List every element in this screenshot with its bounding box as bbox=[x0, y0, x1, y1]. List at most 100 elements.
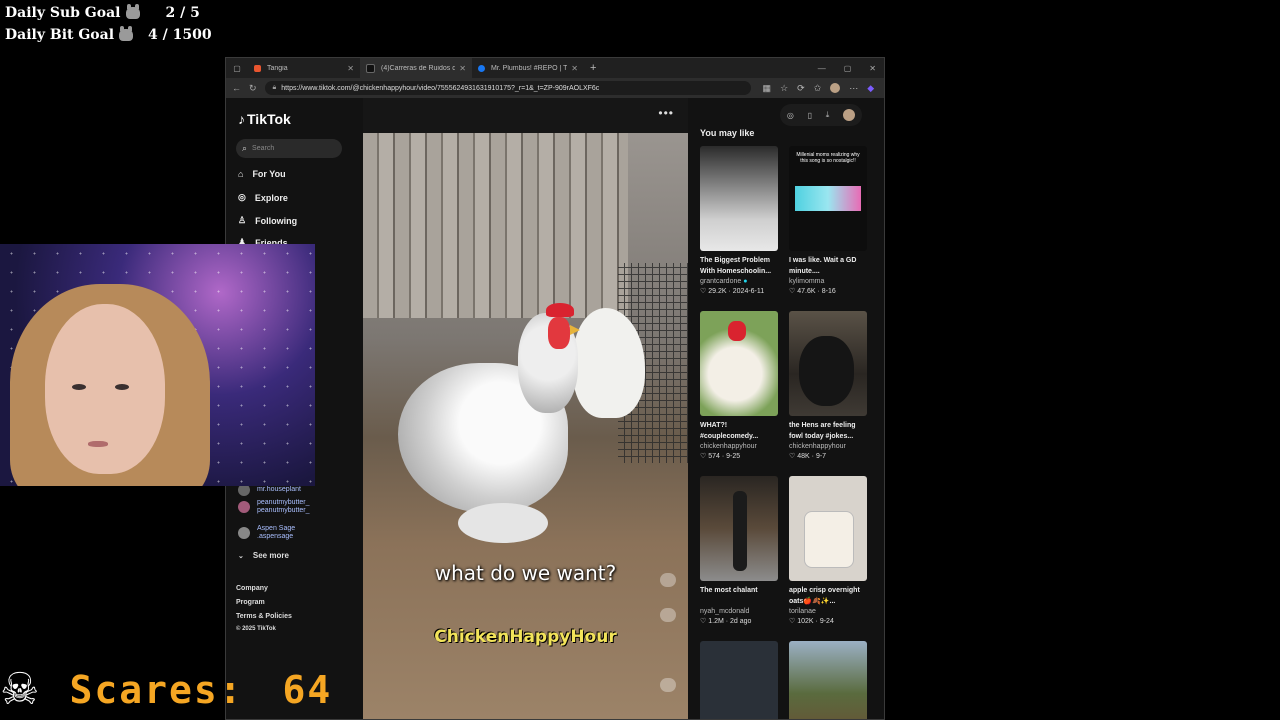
profile-avatar[interactable] bbox=[830, 82, 841, 93]
video-player[interactable]: ••• what do we want? ChickenHappyHour bbox=[363, 98, 688, 719]
video-card[interactable]: apple crisp overnight oats🍎🍂✨... torilan… bbox=[789, 476, 867, 627]
card-title: the Hens are feeling fowl today #jokes..… bbox=[789, 422, 856, 440]
profile-avatar[interactable] bbox=[843, 109, 856, 121]
thumb-image bbox=[733, 491, 747, 571]
favorite-star-icon[interactable]: ☆ bbox=[780, 83, 788, 94]
page-tools: ◎ ▯ ⤓ bbox=[780, 104, 862, 126]
tab-actions-icon[interactable]: ▢ bbox=[226, 64, 248, 73]
url-text: https://www.tiktok.com/@chickenhappyhour… bbox=[281, 84, 600, 92]
webcam-overlay bbox=[0, 244, 315, 486]
card-likes: 29.2K bbox=[708, 288, 727, 295]
nav-label: Following bbox=[255, 215, 298, 226]
more-options-icon[interactable]: ••• bbox=[658, 106, 674, 120]
card-meta: ♡ 1.2M · 2d ago bbox=[700, 618, 752, 625]
following-account[interactable]: peanutmybutter_ peanutmybutter_ bbox=[238, 499, 310, 515]
footer-company[interactable]: Company bbox=[236, 585, 268, 592]
new-tab-icon[interactable]: + bbox=[590, 62, 596, 74]
card-meta: ♡ 48K · 9-7 bbox=[789, 453, 827, 460]
tiktok-logo[interactable]: ♪ TikTok bbox=[238, 111, 291, 127]
share-icon[interactable] bbox=[660, 678, 676, 692]
nav-label: For You bbox=[252, 169, 286, 179]
bit-goal-value: 4 / 1500 bbox=[148, 27, 212, 43]
card-author: torilanae bbox=[789, 608, 816, 615]
thumb-overlay-text: Millenial moms realizing why this song i… bbox=[796, 152, 860, 164]
card-title: apple crisp overnight oats🍎🍂✨... bbox=[789, 587, 860, 605]
avatar bbox=[238, 501, 250, 513]
tab-bar: ▢ Tangia ✕ (4)Carreras de Ruidos de Auto… bbox=[226, 58, 884, 78]
comment-icon[interactable] bbox=[660, 608, 676, 622]
account-text: peanutmybutter_ peanutmybutter_ bbox=[257, 499, 310, 515]
close-window-icon[interactable]: ✕ bbox=[869, 64, 876, 73]
footer-terms[interactable]: Terms & Policies bbox=[236, 613, 292, 620]
following-account[interactable]: Aspen Sage .aspensage bbox=[238, 525, 295, 541]
account-handle: peanutmybutter_ bbox=[257, 507, 310, 514]
compass-icon[interactable]: ◎ bbox=[787, 111, 794, 120]
rooster-face bbox=[548, 317, 570, 349]
refresh-icon[interactable]: ↻ bbox=[249, 83, 257, 94]
back-icon[interactable]: ← bbox=[232, 83, 241, 93]
minimize-icon[interactable]: — bbox=[818, 64, 826, 73]
video-card[interactable] bbox=[789, 641, 867, 719]
wooden-fence bbox=[363, 133, 628, 318]
tab-tiktok[interactable]: (4)Carreras de Ruidos de Autos y ✕ bbox=[360, 58, 472, 78]
skull-icon: ☠ bbox=[0, 665, 40, 714]
nav-following[interactable]: ♙ Following bbox=[238, 215, 297, 226]
streamer-eye bbox=[115, 384, 129, 390]
streamer-eye bbox=[72, 384, 86, 390]
video-card[interactable] bbox=[700, 641, 778, 719]
compass-icon: ◎ bbox=[238, 192, 246, 202]
user-icon: ♙ bbox=[238, 215, 247, 225]
card-date: 8-16 bbox=[821, 288, 836, 295]
apps-icon[interactable]: ▦ bbox=[763, 83, 772, 94]
card-author: kylimomma bbox=[789, 278, 825, 285]
rooster bbox=[398, 303, 588, 543]
search-input[interactable]: ⌕ Search bbox=[236, 139, 342, 158]
raccoon-icon bbox=[125, 4, 140, 19]
maximize-icon[interactable]: ▢ bbox=[844, 64, 852, 73]
tiktok-page: ♪ TikTok ⌕ Search ⌂ For You ◎ Explore ♙ … bbox=[226, 98, 884, 719]
url-input[interactable]: 🔒︎ https://www.tiktok.com/@chickenhappyh… bbox=[264, 81, 751, 95]
recommendations-panel: ◎ ▯ ⤓ You may like The Biggest Problem W… bbox=[688, 98, 884, 719]
copilot-icon[interactable]: ◆ bbox=[867, 83, 874, 94]
extensions-icon[interactable]: ⟳ bbox=[797, 83, 805, 94]
close-icon[interactable]: ✕ bbox=[347, 64, 354, 73]
card-meta: ♡ 29.2K · 2024-6-11 bbox=[700, 288, 765, 295]
card-title: The most chalant bbox=[700, 587, 758, 594]
video-card[interactable]: Millenial moms realizing why this song i… bbox=[789, 146, 867, 297]
download-icon[interactable]: ⤓ bbox=[826, 110, 830, 120]
card-likes: 102K bbox=[797, 618, 814, 625]
facebook-favicon-icon bbox=[478, 64, 485, 72]
close-icon[interactable]: ✕ bbox=[571, 64, 578, 73]
card-date: 9-24 bbox=[819, 618, 834, 625]
heart-icon: ♡ bbox=[700, 288, 707, 295]
video-card[interactable]: the Hens are feeling fowl today #jokes..… bbox=[789, 311, 867, 462]
video-thumbnail bbox=[700, 146, 778, 251]
home-icon: ⌂ bbox=[238, 169, 244, 179]
video-watermark: ChickenHappyHour bbox=[434, 627, 617, 647]
tab-tangia[interactable]: Tangia ✕ bbox=[248, 58, 360, 78]
search-icon: ⌕ bbox=[242, 143, 248, 153]
video-card[interactable]: WHAT?! #couplecomedy... chickenhappyhour… bbox=[700, 311, 778, 462]
see-more-button[interactable]: ⌄ See more bbox=[238, 551, 289, 560]
favorites-icon[interactable]: ✩ bbox=[814, 83, 822, 94]
nav-for-you[interactable]: ⌂ For You bbox=[238, 169, 286, 179]
phone-icon[interactable]: ▯ bbox=[808, 111, 812, 120]
nav-label: Explore bbox=[254, 192, 288, 203]
thumb-image bbox=[728, 321, 746, 341]
search-placeholder: Search bbox=[252, 145, 275, 152]
video-thumbnail bbox=[700, 476, 778, 581]
video-thumbnail bbox=[789, 476, 867, 581]
scares-value: 64 bbox=[282, 668, 333, 712]
footer-program[interactable]: Program bbox=[236, 599, 265, 606]
thumb-image bbox=[799, 336, 854, 406]
account-name: mr.houseplant bbox=[257, 486, 301, 493]
tiktok-note-icon: ♪ bbox=[238, 111, 245, 127]
tab-facebook[interactable]: Mr. Plumbus! #REPO | Theburntp ✕ bbox=[472, 58, 584, 78]
nav-explore[interactable]: ◎ Explore bbox=[238, 192, 288, 203]
more-icon[interactable]: ⋯ bbox=[849, 83, 858, 94]
video-card[interactable]: The most chalant nyah_mcdonald ♡ 1.2M · … bbox=[700, 476, 778, 627]
video-card[interactable]: The Biggest Problem With Homeschoolin...… bbox=[700, 146, 778, 297]
card-date: 9-25 bbox=[726, 453, 741, 460]
bit-goal-label: Daily Bit Goal bbox=[5, 27, 115, 43]
close-icon[interactable]: ✕ bbox=[459, 64, 466, 73]
